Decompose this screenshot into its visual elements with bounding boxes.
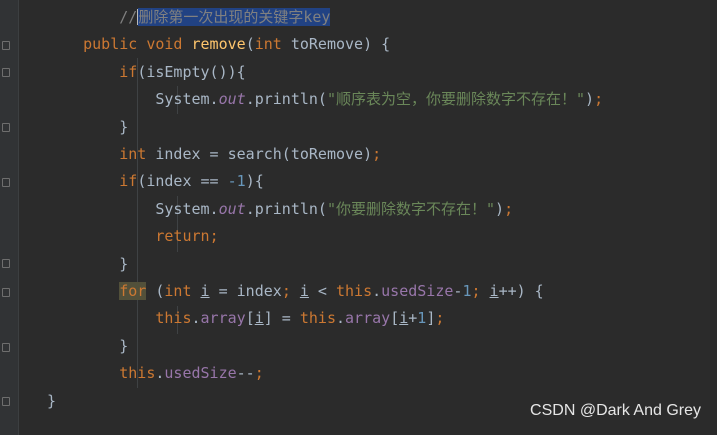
code-token: public (83, 35, 147, 54)
code-line[interactable]: } (47, 251, 128, 278)
code-token: ( (245, 35, 255, 54)
code-token: ( (146, 282, 165, 300)
code-token: = index (209, 282, 282, 300)
watermark: CSDN @Dark And Grey (530, 402, 701, 419)
code-token: if (119, 62, 138, 81)
code-token: this (336, 282, 373, 300)
code-token: .println( (245, 90, 327, 109)
code-token: out (218, 199, 246, 218)
code-token: i (254, 309, 264, 328)
code-token: ) (585, 90, 595, 109)
code-token: array (345, 309, 391, 328)
code-line[interactable]: this.usedSize--; (47, 360, 264, 387)
code-token: [ (245, 309, 255, 328)
code-token: out (218, 90, 246, 109)
code-token: System. (155, 90, 219, 109)
code-token: index = search(toRemove) (155, 145, 373, 163)
code-line[interactable]: public void remove(int toRemove) { (47, 31, 390, 58)
code-token: return (155, 227, 210, 246)
fold-marker-icon[interactable] (2, 123, 10, 132)
code-token: i (200, 282, 210, 300)
code-token: if (119, 172, 138, 191)
code-token: i (489, 282, 499, 300)
code-token: usedSize (164, 364, 237, 383)
code-token: usedSize (381, 282, 454, 300)
code-token: // (119, 8, 138, 26)
code-token: int (254, 35, 291, 54)
code-line[interactable]: return; (47, 223, 219, 250)
code-token: . (336, 309, 346, 328)
code-line[interactable]: } (47, 388, 56, 415)
editor-gutter (0, 0, 19, 435)
code-token: System. (155, 199, 219, 218)
code-token: ++) { (498, 282, 544, 300)
code-token: . (372, 282, 382, 300)
code-token: [ (390, 309, 400, 328)
code-token: } (47, 391, 57, 410)
code-token: "你要删除数字不存在！" (326, 199, 496, 218)
fold-marker-icon[interactable] (2, 288, 10, 297)
code-token: remove (191, 35, 246, 54)
code-token: -- (236, 364, 255, 383)
code-token: "顺序表为空，你要删除数字不存在！" (326, 90, 586, 109)
code-token: ; (504, 199, 514, 218)
code-token: ; (594, 90, 604, 109)
code-token: i (399, 309, 409, 328)
code-token: . (191, 309, 201, 328)
code-token: int (119, 145, 156, 163)
code-line[interactable]: this.array[i] = this.array[i+1]; (47, 305, 444, 332)
code-line[interactable]: } (47, 333, 128, 360)
code-line[interactable]: System.out.println("顺序表为空，你要删除数字不存在！"); (47, 86, 603, 113)
code-token: ; (372, 145, 382, 163)
code-token: this (119, 364, 156, 383)
code-token: ){ (245, 172, 264, 191)
code-token: + (408, 309, 418, 328)
code-token: ) (495, 199, 505, 218)
code-token: this (155, 309, 192, 328)
code-token: ; (471, 282, 490, 300)
code-token: this (299, 309, 336, 328)
code-line[interactable]: if(index == -1){ (47, 168, 264, 195)
code-token: } (119, 336, 129, 355)
fold-marker-icon[interactable] (2, 259, 10, 268)
fold-marker-icon[interactable] (2, 68, 10, 77)
code-line[interactable]: if(isEmpty()){ (47, 59, 246, 86)
code-token: i (299, 282, 309, 300)
code-token: ; (209, 227, 219, 246)
code-token: (isEmpty()){ (137, 62, 246, 81)
code-token: 1 (417, 309, 427, 328)
code-token: ] = (263, 309, 300, 328)
code-token: ] (426, 309, 436, 328)
code-token: void (146, 35, 192, 54)
code-token: ; (281, 282, 300, 300)
code-token: int (164, 282, 201, 300)
code-token: ; (254, 364, 264, 383)
fold-marker-icon[interactable] (2, 397, 10, 406)
code-token: array (200, 309, 246, 328)
fold-marker-icon[interactable] (2, 343, 10, 352)
code-token: -1 (227, 172, 246, 191)
code-token: < (308, 282, 336, 300)
code-line[interactable]: int index = search(toRemove); (47, 141, 381, 168)
code-token: 删除第一次出现的关键字key (138, 8, 331, 26)
code-token: } (119, 117, 129, 136)
code-token: .println( (245, 199, 327, 218)
code-token: } (119, 254, 129, 273)
fold-marker-icon[interactable] (2, 41, 10, 50)
code-line[interactable]: for (int i = index; i < this.usedSize-1;… (47, 278, 544, 305)
code-token: for (119, 282, 147, 300)
code-line[interactable]: //删除第一次出现的关键字key (47, 4, 331, 31)
fold-marker-icon[interactable] (2, 178, 10, 187)
code-token: (index == (137, 172, 228, 191)
code-token: ; (435, 309, 445, 328)
code-line[interactable]: } (47, 114, 128, 141)
code-token: toRemove) { (290, 35, 391, 54)
code-line[interactable]: System.out.println("你要删除数字不存在！"); (47, 196, 513, 223)
